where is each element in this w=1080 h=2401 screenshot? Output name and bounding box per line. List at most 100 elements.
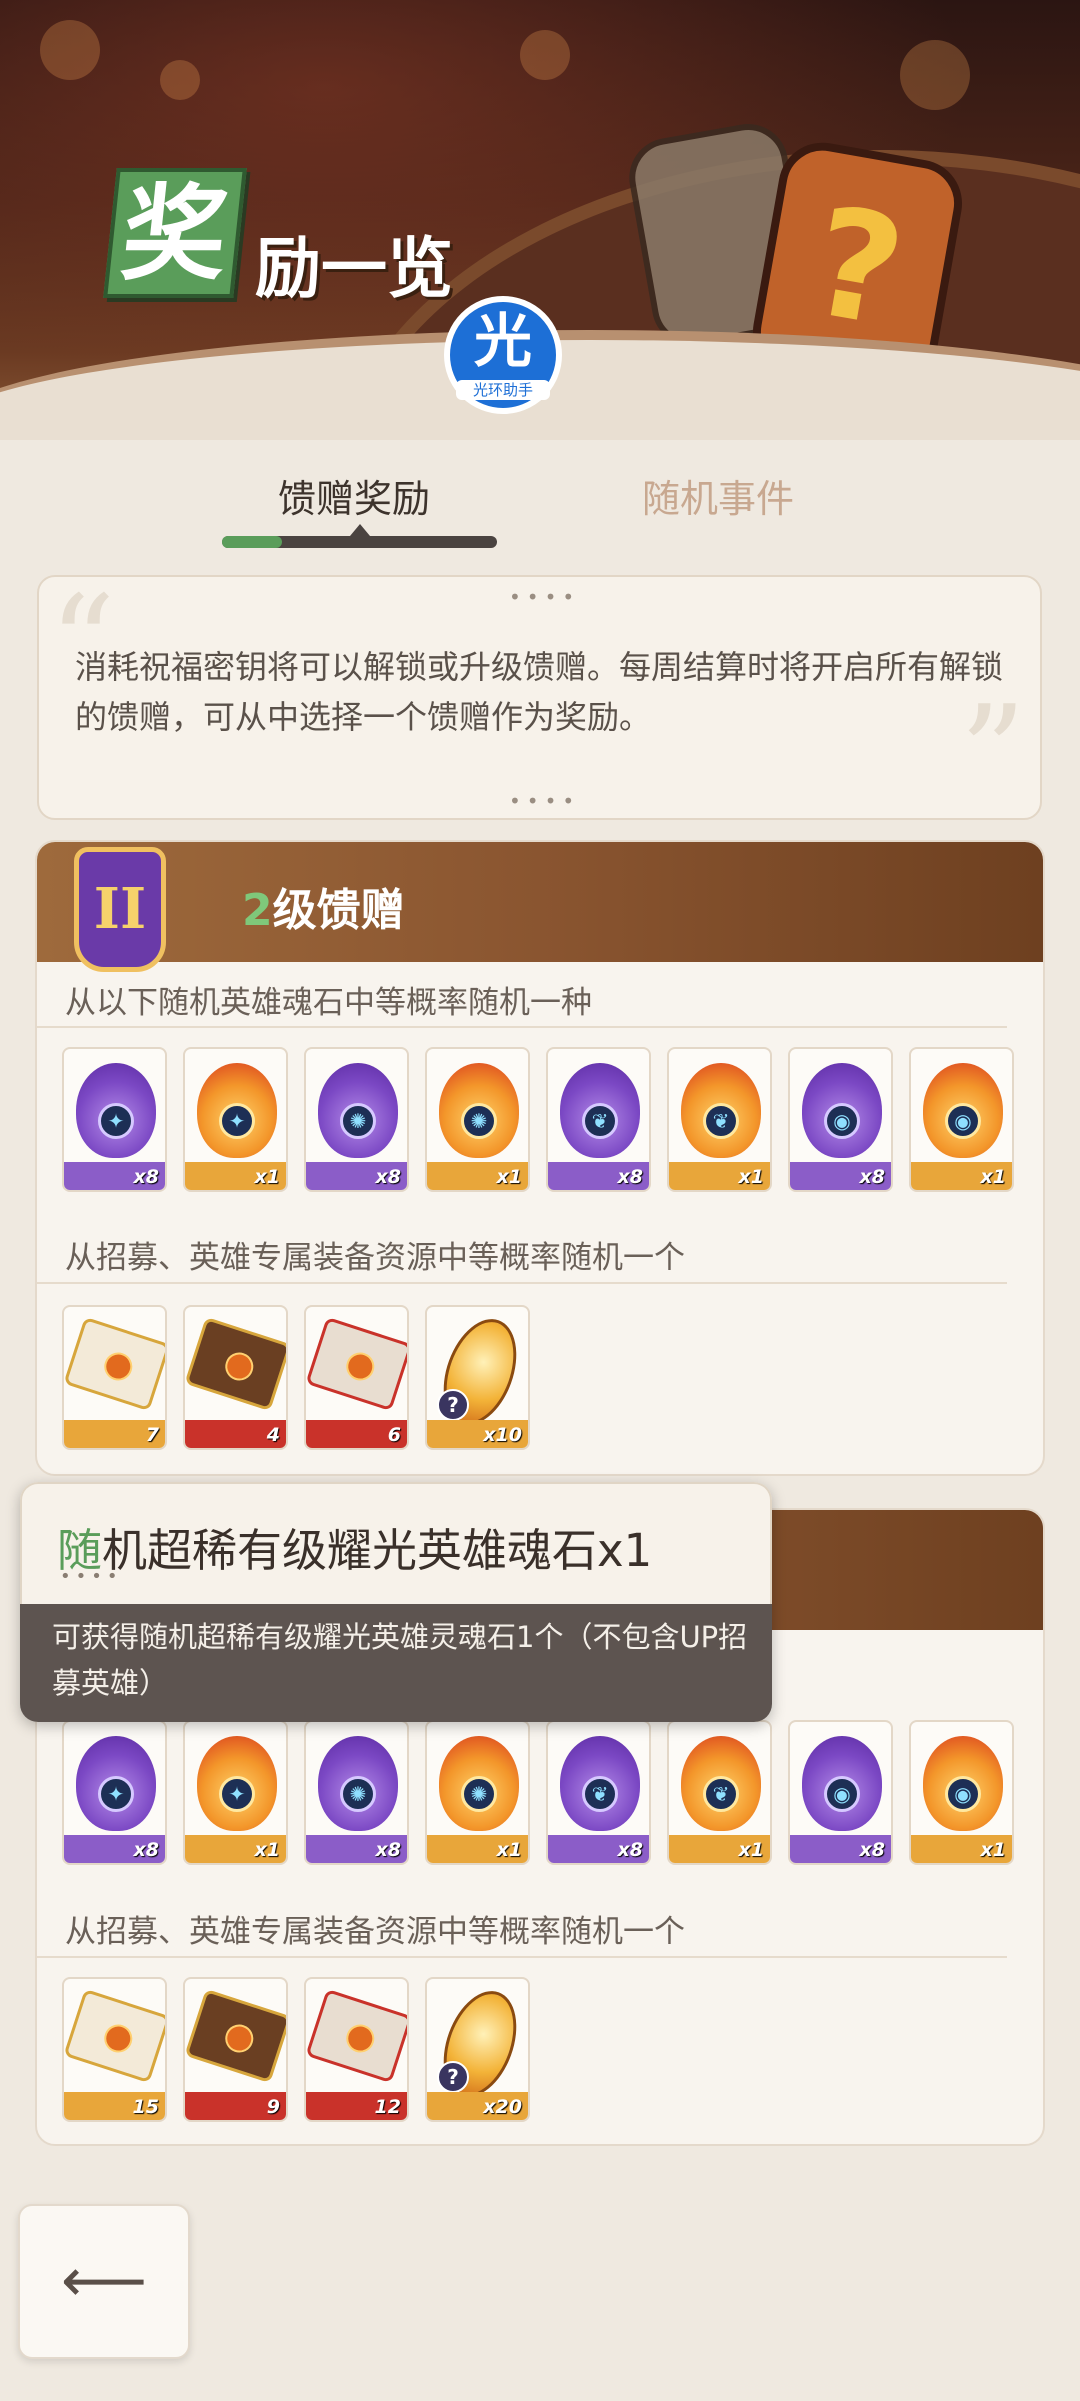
resource-item[interactable]: 9 — [183, 1977, 288, 2122]
soulstone-core-icon: ❦ — [703, 1776, 739, 1812]
soulstone-core-icon: ✦ — [219, 1776, 255, 1812]
soulstone-core-icon: ◉ — [945, 1103, 981, 1139]
soulstone-core-icon: ✦ — [98, 1103, 134, 1139]
divider — [37, 1026, 1007, 1028]
soulstone-item[interactable]: ✦ x1 — [183, 1047, 288, 1192]
tooltip-dots: •••• — [60, 1566, 123, 1587]
soulstone-item[interactable]: ✺ x8 — [304, 1047, 409, 1192]
item-quantity: x1 — [738, 1839, 764, 1861]
soulstone-item[interactable]: ✦ x1 — [183, 1720, 288, 1865]
recruit-envelope-icon — [306, 1988, 407, 2084]
recruit-envelope-icon — [185, 1316, 286, 1412]
title-first-char: 奖 — [116, 173, 234, 295]
page-title: 励一览 — [255, 230, 453, 307]
soulstone-item[interactable]: ✺ x1 — [425, 1720, 530, 1865]
envelope-seal-icon — [342, 2020, 378, 2057]
resource-item[interactable]: 12 — [304, 1977, 409, 2122]
tab-random-events[interactable]: 随机事件 — [642, 468, 794, 523]
soulstone-item[interactable]: ❦ x8 — [546, 1720, 651, 1865]
soulstone-list: ✦ x8 ✦ x1 ✺ x8 ✺ x1 ❦ x8 ❦ x1 ◉ x8 ◉ x1 — [62, 1720, 1014, 1865]
page-header: ? 奖 励一览 光 光环助手 — [0, 0, 1080, 440]
soulstone-orb-icon: ❦ — [681, 1063, 761, 1158]
divider — [37, 1956, 1007, 1958]
soulstone-orb-icon: ✦ — [197, 1063, 277, 1158]
resource-list: 15 9 12 ? x20 — [62, 1977, 530, 2122]
item-quantity: x8 — [375, 1839, 401, 1861]
item-quantity: 12 — [374, 2096, 401, 2118]
soulstone-item[interactable]: ✺ x8 — [304, 1720, 409, 1865]
dots-bottom: •••• — [509, 789, 581, 813]
envelope-seal-icon — [100, 2020, 136, 2057]
resource-item[interactable]: 7 — [62, 1305, 167, 1450]
item-quantity: x10 — [483, 1424, 522, 1446]
soulstone-orb-icon: ◉ — [802, 1736, 882, 1831]
tab-caret-icon — [350, 524, 370, 536]
recruit-envelope-icon — [185, 1988, 286, 2084]
divider — [37, 1282, 1007, 1284]
soulstone-item[interactable]: ❦ x1 — [667, 1720, 772, 1865]
recruit-envelope-icon — [64, 1316, 165, 1412]
soulstone-item[interactable]: ❦ x1 — [667, 1047, 772, 1192]
resource-subtitle: 从招募、英雄专属装备资源中等概率随机一个 — [65, 1240, 685, 1276]
resource-item[interactable]: ? x10 — [425, 1305, 530, 1450]
envelope-seal-icon — [100, 1348, 136, 1385]
envelope-seal-icon — [221, 2020, 257, 2057]
item-quantity: x8 — [859, 1839, 885, 1861]
bokeh-light — [160, 60, 200, 100]
question-badge-icon: ? — [437, 1389, 469, 1421]
item-quantity: 6 — [387, 1424, 401, 1446]
section-title: 2级馈赠 — [242, 874, 405, 938]
resource-item[interactable]: 4 — [183, 1305, 288, 1450]
item-quantity: x8 — [375, 1166, 401, 1188]
item-quantity: x20 — [483, 2096, 522, 2118]
item-quantity: x8 — [617, 1839, 643, 1861]
back-button[interactable]: ⟵ — [18, 2204, 190, 2359]
soulstone-item[interactable]: ✦ x8 — [62, 1720, 167, 1865]
soulstone-orb-icon: ◉ — [923, 1063, 1003, 1158]
soulstone-core-icon: ◉ — [824, 1103, 860, 1139]
soulstone-orb-icon: ✦ — [76, 1736, 156, 1831]
tooltip-header: 随机超稀有级耀光英雄魂石x1 •••• — [20, 1482, 772, 1604]
soulstone-orb-icon: ✦ — [197, 1736, 277, 1831]
bokeh-light — [900, 40, 970, 110]
resource-item[interactable]: 6 — [304, 1305, 409, 1450]
soulstone-core-icon: ❦ — [582, 1103, 618, 1139]
soulstone-core-icon: ✦ — [98, 1776, 134, 1812]
resource-item[interactable]: 15 — [62, 1977, 167, 2122]
recruit-envelope-icon — [64, 1988, 165, 2084]
tooltip-body: 可获得随机超稀有级耀光英雄灵魂石1个（不包含UP招募英雄） — [52, 1620, 748, 1700]
soulstone-item[interactable]: ✺ x1 — [425, 1047, 530, 1192]
soulstone-item[interactable]: ◉ x8 — [788, 1047, 893, 1192]
soulstone-orb-icon: ✺ — [439, 1736, 519, 1831]
soulstone-core-icon: ❦ — [703, 1103, 739, 1139]
tooltip-title: 随机超稀有级耀光英雄魂石x1 — [57, 1514, 652, 1579]
watermark-logo: 光 光环助手 — [444, 296, 562, 414]
soulstone-orb-icon: ◉ — [923, 1736, 1003, 1831]
gift-level-2-section: II 2级馈赠 从以下随机英雄魂石中等概率随机一种 ✦ x8 ✦ x1 ✺ x8 ✺ x1 ❦ x… — [35, 840, 1045, 1476]
soulstone-core-icon: ✺ — [461, 1776, 497, 1812]
tab-gift-rewards[interactable]: 馈赠奖励 — [278, 468, 430, 523]
description-panel: •••• “ ” 消耗祝福密钥将可以解锁或升级馈赠。每周结算时将开启所有解锁的馈… — [37, 567, 1042, 829]
soulstone-item[interactable]: ❦ x8 — [546, 1047, 651, 1192]
tab-underline — [222, 536, 497, 548]
section-header: II 2级馈赠 — [37, 842, 1043, 972]
item-quantity: x8 — [133, 1839, 159, 1861]
back-arrow-icon: ⟵ — [60, 2246, 147, 2316]
resource-item[interactable]: ? x20 — [425, 1977, 530, 2122]
section-level-number: 2 — [242, 885, 273, 936]
item-quantity: x1 — [980, 1166, 1006, 1188]
soulstone-item[interactable]: ◉ x8 — [788, 1720, 893, 1865]
soulstone-orb-icon: ✺ — [318, 1736, 398, 1831]
section-title-text: 级馈赠 — [272, 885, 405, 936]
soulstone-core-icon: ◉ — [945, 1776, 981, 1812]
item-tooltip: 随机超稀有级耀光英雄魂石x1 •••• 可获得随机超稀有级耀光英雄灵魂石1个（不… — [20, 1482, 772, 1722]
description-text: 消耗祝福密钥将可以解锁或升级馈赠。每周结算时将开启所有解锁的馈赠，可从中选择一个… — [75, 648, 1004, 736]
soulstone-item[interactable]: ◉ x1 — [909, 1720, 1014, 1865]
item-quantity: 15 — [132, 2096, 159, 2118]
item-quantity: 9 — [266, 2096, 280, 2118]
soulstone-item[interactable]: ✦ x8 — [62, 1047, 167, 1192]
soulstone-item[interactable]: ◉ x1 — [909, 1047, 1014, 1192]
soulstone-orb-icon: ✺ — [318, 1063, 398, 1158]
item-quantity: x1 — [496, 1839, 522, 1861]
soulstone-core-icon: ◉ — [824, 1776, 860, 1812]
